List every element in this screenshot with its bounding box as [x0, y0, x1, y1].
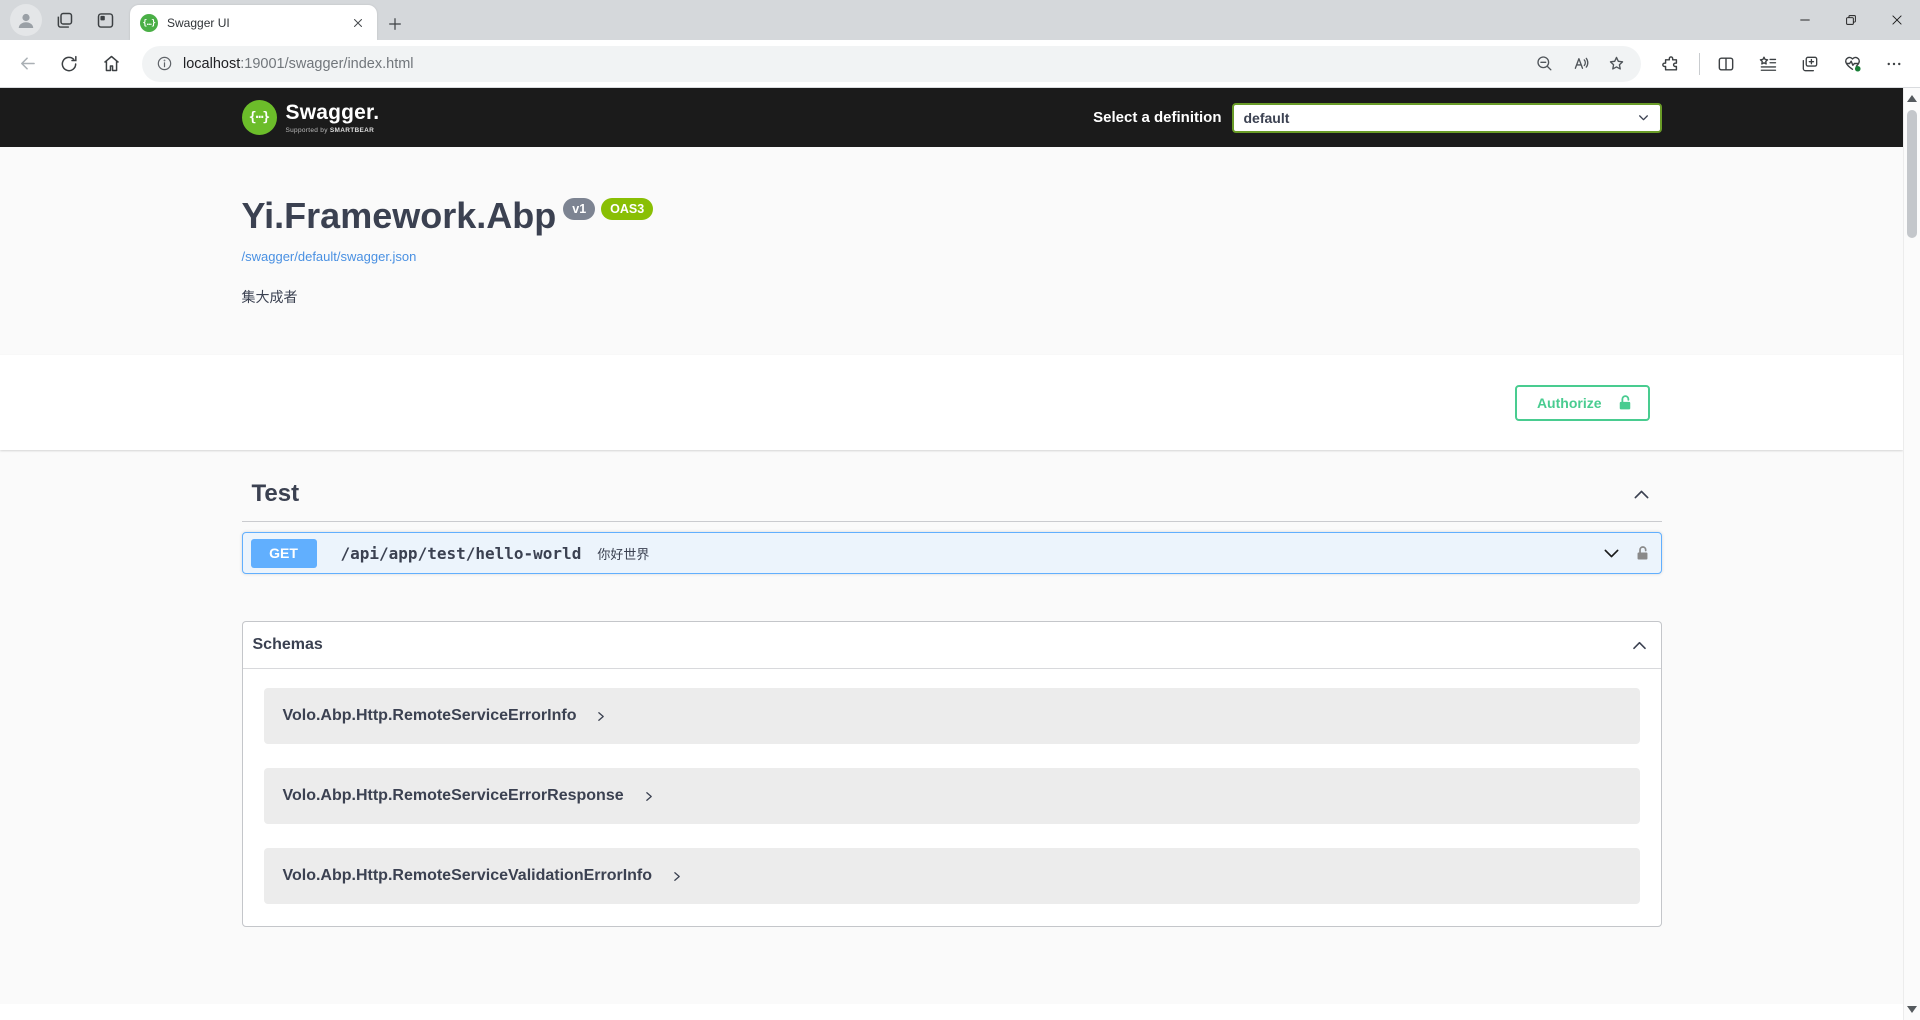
http-method-badge: GET — [251, 539, 317, 568]
tag-section-header[interactable]: Test — [242, 480, 1662, 522]
api-title: Yi.Framework.Abp — [242, 197, 557, 235]
operation-row-get-hello-world[interactable]: GET /api/app/test/hello-world 你好世界 — [242, 532, 1662, 574]
scheme-container: Authorize — [0, 355, 1903, 450]
browser-essentials-icon[interactable] — [1836, 48, 1868, 80]
definition-select-label: Select a definition — [1093, 109, 1221, 126]
schema-name: Volo.Abp.Http.RemoteServiceErrorInfo — [283, 707, 577, 725]
tab-groups-icon[interactable] — [52, 8, 76, 32]
chevron-right-icon — [642, 790, 655, 803]
oas3-badge: OAS3 — [601, 198, 653, 220]
zoom-out-icon[interactable] — [1529, 49, 1559, 79]
tag-title: Test — [252, 480, 300, 508]
chevron-up-icon[interactable] — [1630, 636, 1649, 655]
operation-path: /api/app/test/hello-world — [341, 544, 582, 563]
favorite-star-icon[interactable] — [1601, 49, 1631, 79]
swagger-logo[interactable]: {⋯} Swagger. Supported by SMARTBEAR — [242, 100, 380, 135]
schema-name: Volo.Abp.Http.RemoteServiceValidationErr… — [283, 867, 653, 885]
url-text[interactable]: localhost:19001/swagger/index.html — [183, 56, 1523, 72]
favorites-bar-icon[interactable] — [1752, 48, 1784, 80]
operation-summary: 你好世界 — [597, 544, 649, 563]
collections-icon[interactable] — [1794, 48, 1826, 80]
split-screen-icon[interactable] — [1710, 48, 1742, 80]
logo-text: Swagger. — [286, 101, 380, 124]
refresh-icon[interactable] — [52, 47, 86, 81]
authorize-label: Authorize — [1537, 395, 1602, 411]
swagger-topbar: {⋯} Swagger. Supported by SMARTBEAR Sele… — [0, 88, 1903, 147]
screen: {…} Swagger UI — [0, 0, 1920, 1020]
browser-tab[interactable]: {…} Swagger UI — [130, 5, 377, 40]
new-tab-icon[interactable] — [381, 10, 409, 38]
definition-selected-value: default — [1244, 110, 1290, 126]
close-window-icon[interactable] — [1874, 0, 1920, 40]
url-path: :19001/swagger/index.html — [240, 56, 413, 72]
operations-wrapper: Test GET /api/app/test/hello-world 你好世界 — [242, 480, 1662, 927]
chevron-right-icon — [594, 710, 607, 723]
minimize-icon[interactable] — [1782, 0, 1828, 40]
browser-tab-strip: {…} Swagger UI — [0, 0, 1920, 40]
page-bottom-strip — [0, 1004, 1903, 1020]
version-badge: v1 — [563, 198, 595, 220]
window-controls — [1782, 0, 1920, 40]
schemas-header[interactable]: Schemas — [243, 622, 1661, 669]
back-icon[interactable] — [10, 47, 44, 81]
definition-select[interactable]: default — [1232, 103, 1662, 133]
swagger-favicon: {…} — [140, 14, 158, 32]
scroll-down-icon[interactable] — [1904, 1001, 1920, 1018]
read-aloud-icon[interactable] — [1565, 49, 1595, 79]
home-icon[interactable] — [94, 47, 128, 81]
scroll-up-icon[interactable] — [1904, 90, 1920, 107]
profile-avatar-icon[interactable] — [10, 4, 42, 36]
browser-toolbar: localhost:19001/swagger/index.html — [0, 40, 1920, 88]
chevron-down-icon — [1637, 111, 1650, 124]
info-icon[interactable] — [156, 55, 173, 72]
schemas-title: Schemas — [253, 636, 323, 654]
toolbar-divider — [1699, 53, 1700, 75]
schema-row-remote-service-error-info[interactable]: Volo.Abp.Http.RemoteServiceErrorInfo — [264, 688, 1640, 744]
toolbar-actions — [1655, 48, 1910, 80]
auth-lock-icon[interactable] — [1634, 545, 1651, 562]
logo-subtext: Supported by SMARTBEAR — [286, 127, 380, 134]
scrollbar-thumb[interactable] — [1907, 110, 1917, 238]
swagger-logo-icon: {⋯} — [242, 100, 277, 135]
extensions-icon[interactable] — [1655, 48, 1687, 80]
address-bar[interactable]: localhost:19001/swagger/index.html — [142, 46, 1641, 82]
api-description: 集大成者 — [242, 287, 1662, 307]
schema-row-remote-service-validation-error-info[interactable]: Volo.Abp.Http.RemoteServiceValidationErr… — [264, 848, 1640, 904]
close-icon[interactable] — [349, 14, 367, 32]
tab-title: Swagger UI — [167, 16, 349, 30]
url-host: localhost — [183, 56, 240, 72]
authorize-button[interactable]: Authorize — [1515, 385, 1650, 421]
chevron-down-icon[interactable] — [1601, 543, 1622, 564]
schema-name: Volo.Abp.Http.RemoteServiceErrorResponse — [283, 787, 624, 805]
api-info-section: Yi.Framework.Abp v1 OAS3 /swagger/defaul… — [0, 147, 1903, 355]
chevron-right-icon — [670, 870, 683, 883]
page-content: {⋯} Swagger. Supported by SMARTBEAR Sele… — [0, 88, 1903, 1020]
vertical-scrollbar[interactable] — [1903, 88, 1920, 1020]
restore-icon[interactable] — [1828, 0, 1874, 40]
schemas-body: Volo.Abp.Http.RemoteServiceErrorInfo Vol… — [243, 669, 1661, 926]
schema-row-remote-service-error-response[interactable]: Volo.Abp.Http.RemoteServiceErrorResponse — [264, 768, 1640, 824]
chevron-up-icon[interactable] — [1631, 484, 1652, 505]
schemas-section: Schemas Volo.Abp.Http.RemoteServiceError… — [242, 621, 1662, 927]
more-menu-icon[interactable] — [1878, 48, 1910, 80]
definition-selector-group: Select a definition default — [1093, 103, 1661, 133]
vertical-tabs-icon[interactable] — [93, 8, 117, 32]
spec-json-link[interactable]: /swagger/default/swagger.json — [242, 249, 417, 264]
unlock-icon — [1616, 394, 1634, 412]
